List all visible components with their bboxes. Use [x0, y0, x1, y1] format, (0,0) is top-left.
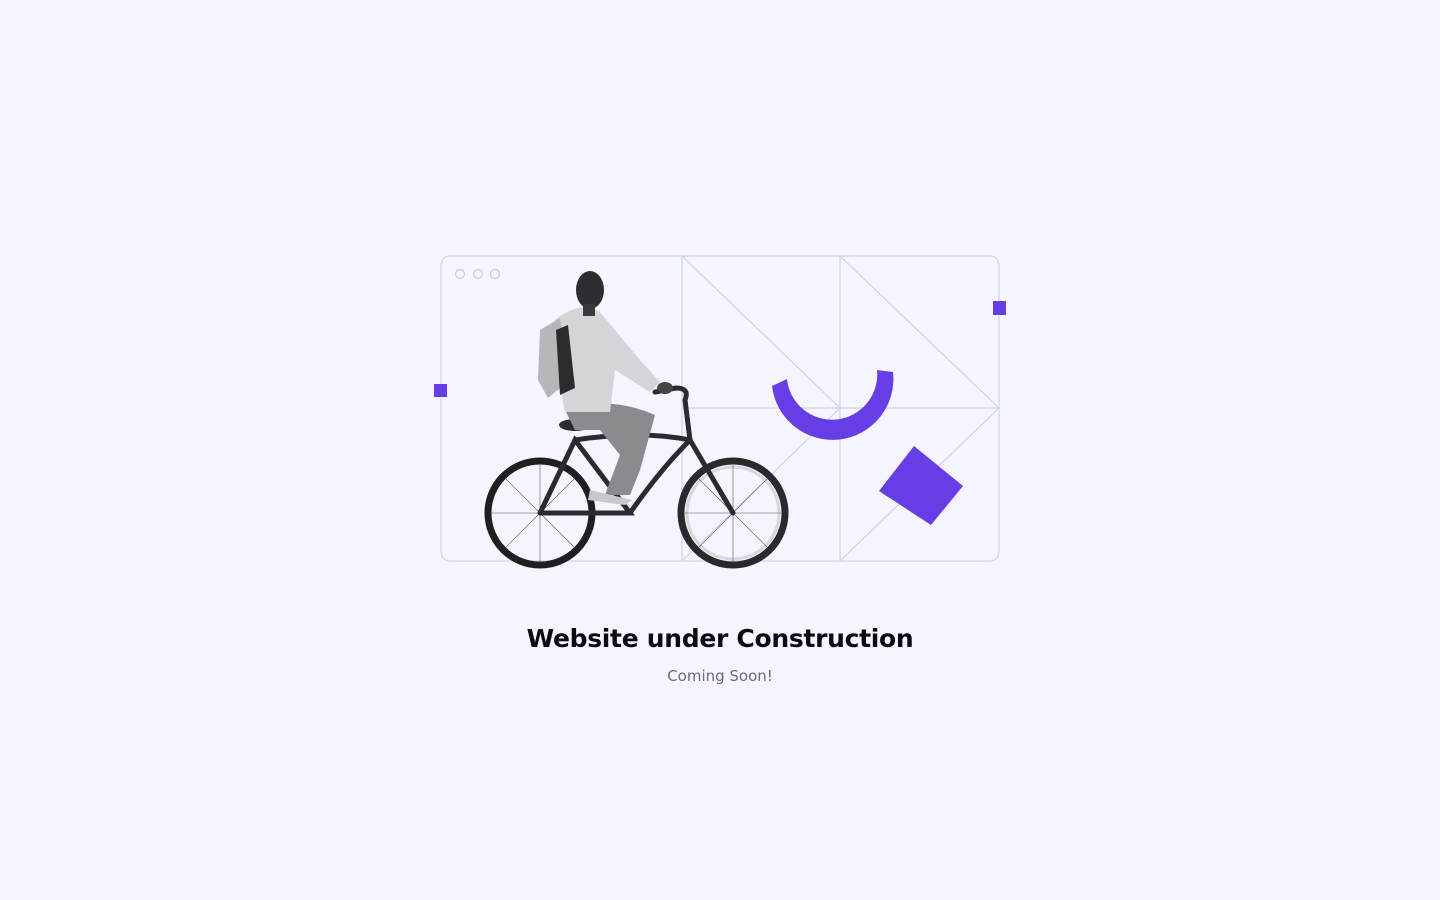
- rider-head: [576, 271, 604, 309]
- page-subtitle: Coming Soon!: [667, 667, 773, 685]
- rider-neck: [583, 304, 595, 316]
- rider-hands: [657, 382, 673, 394]
- semicircle-arc-shape: [772, 370, 894, 440]
- browser-window-frame: [440, 255, 1000, 562]
- page-title: Website under Construction: [526, 624, 914, 653]
- browser-window-dots-icon: [454, 268, 501, 280]
- construction-illustration: [434, 255, 1006, 569]
- cyclist-figure: [484, 271, 789, 569]
- square-shape-right: [993, 301, 1006, 315]
- square-shape-left: [434, 384, 447, 397]
- diamond-shape: [879, 446, 963, 525]
